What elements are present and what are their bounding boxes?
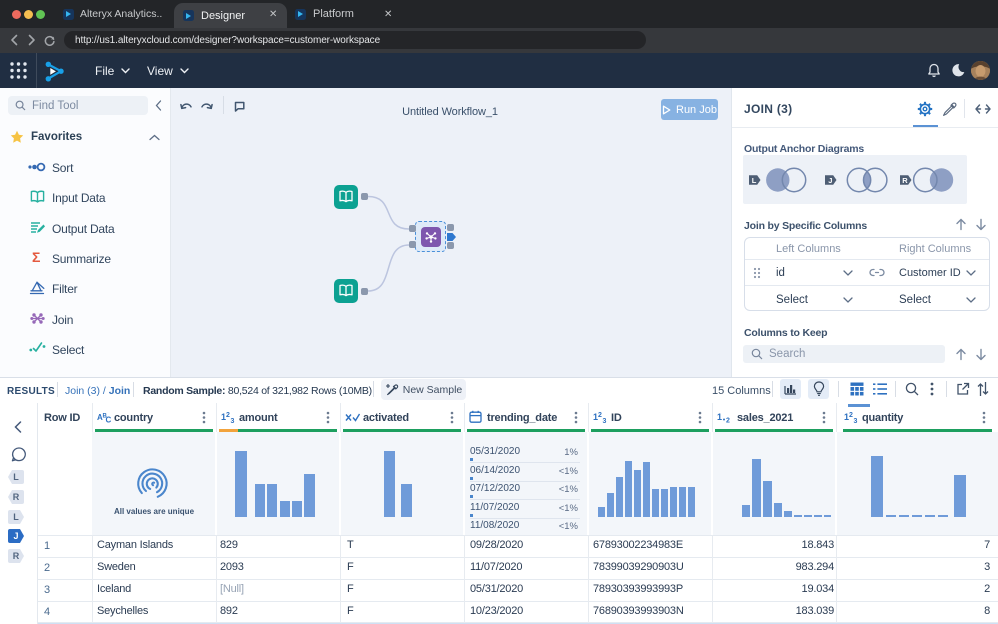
svg-text:2: 2 (726, 418, 730, 424)
svg-text:2: 2 (226, 412, 230, 419)
svg-text:R: R (902, 176, 908, 185)
svg-text:2: 2 (598, 412, 602, 419)
svg-text:J: J (828, 176, 832, 185)
svg-text:3: 3 (603, 418, 607, 424)
svg-text:2: 2 (849, 412, 853, 419)
svg-text:3: 3 (854, 418, 858, 424)
svg-text:C: C (106, 416, 112, 424)
svg-text:1: 1 (717, 412, 722, 422)
svg-text:3: 3 (231, 418, 235, 424)
svg-text:L: L (752, 176, 757, 185)
